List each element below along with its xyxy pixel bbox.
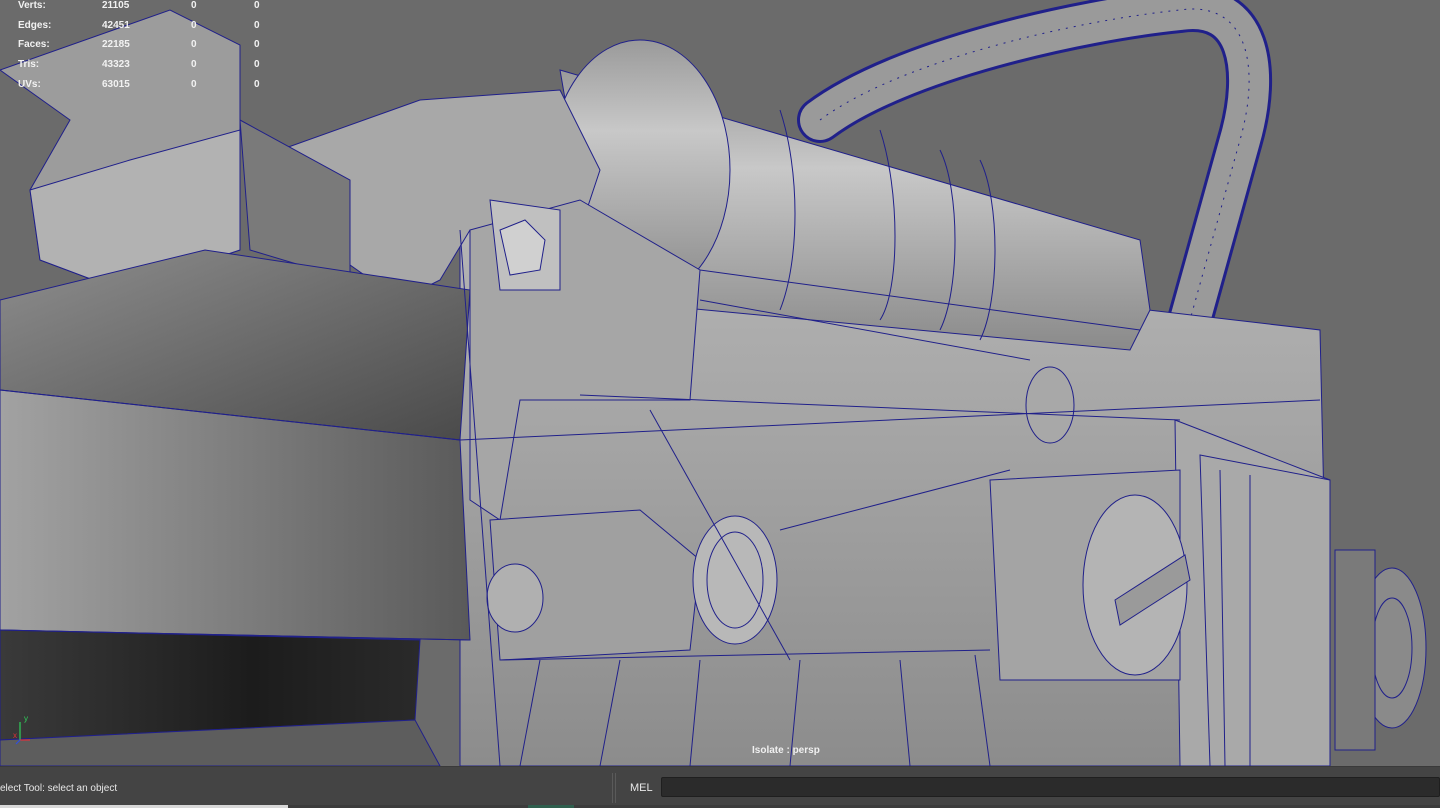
- hud-component-count: 0: [254, 39, 260, 51]
- hud-row-label: Verts:: [18, 0, 46, 11]
- hud-row-label: UVs:: [18, 78, 41, 90]
- hud-component-count: 0: [254, 59, 260, 71]
- mel-language-toggle[interactable]: MEL: [630, 782, 653, 794]
- hud-component-count: 0: [254, 0, 260, 11]
- mel-command-input[interactable]: [661, 777, 1440, 797]
- hud-total-count: 63015: [102, 78, 130, 90]
- hud-row-label: Edges:: [18, 19, 52, 31]
- model-wireframe: [0, 0, 1427, 766]
- hud-component-count: 0: [254, 19, 260, 31]
- axis-x-label: x: [13, 731, 17, 740]
- hud-selected-count: 0: [191, 19, 197, 31]
- axis-y-label: y: [24, 714, 28, 723]
- perspective-viewport[interactable]: Verts: 21105 0 0 Edges: 42451 0 0 Faces: 22185 0 0 T…: [0, 0, 1440, 766]
- hud-total-count: 43323: [102, 59, 130, 71]
- hud-total-count: 21105: [102, 0, 130, 11]
- hud-total-count: 22185: [102, 39, 130, 51]
- camera-label: Isolate : persp: [752, 745, 820, 756]
- scene-canvas[interactable]: [0, 0, 1440, 766]
- help-line: elect Tool: select an object: [0, 783, 118, 794]
- hud-row-label: Tris:: [18, 59, 40, 71]
- axis-gizmo-icon: y x: [13, 714, 30, 745]
- hud-selected-count: 0: [191, 0, 197, 11]
- status-bar: elect Tool: select an object MEL: [0, 766, 1440, 808]
- hud-selected-count: 0: [191, 59, 197, 71]
- hud-total-count: 42451: [102, 19, 130, 31]
- panel-divider-handle[interactable]: [612, 773, 618, 803]
- hud-row-label: Faces:: [18, 39, 50, 51]
- hud-selected-count: 0: [191, 78, 197, 90]
- hud-selected-count: 0: [191, 39, 197, 51]
- hud-component-count: 0: [254, 78, 260, 90]
